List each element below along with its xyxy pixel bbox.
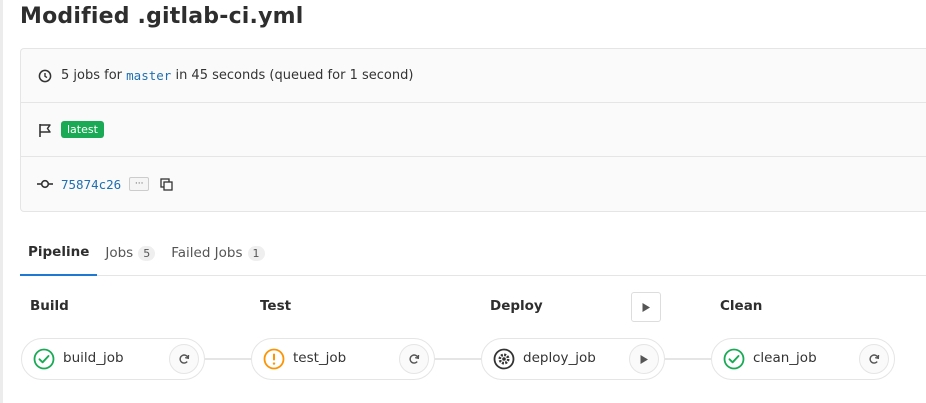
branch-link[interactable]: master [126,68,171,83]
retry-icon [179,354,190,364]
play-icon [642,302,650,312]
job-clean[interactable]: clean_job [711,338,895,380]
retry-icon [869,354,880,364]
stage-title-deploy: Deploy [490,298,543,314]
check-circle-icon [33,348,55,370]
commit-sha-link[interactable]: 75874c26 [61,177,121,192]
info-row-badges: latest [21,103,926,157]
failed-jobs-count-badge: 1 [247,245,265,261]
pipeline-info-box: 5 jobs for master in 45 seconds (queued … [20,48,926,212]
jobs-count-badge: 5 [138,245,156,261]
pipeline-summary: 5 jobs for master in 45 seconds (queued … [61,68,413,83]
warning-circle-icon [263,348,285,370]
clock-icon [37,68,53,84]
stage-connector [435,358,481,360]
job-name: clean_job [753,350,817,366]
stage-title-test: Test [260,298,292,314]
commit-container: 75874c26 ··· [61,177,173,192]
copy-icon[interactable] [159,177,173,191]
play-stage-button[interactable] [631,292,661,322]
stage-connector [205,358,251,360]
job-name: deploy_job [523,350,596,366]
job-name: test_job [293,350,347,366]
retry-job-button[interactable] [399,344,429,374]
info-row-summary: 5 jobs for master in 45 seconds (queued … [21,49,926,103]
info-row-commit: 75874c26 ··· [21,157,926,211]
stage-title-clean: Clean [720,298,763,314]
job-build[interactable]: build_job [21,338,205,380]
retry-job-button[interactable] [859,344,889,374]
tab-label: Failed Jobs [171,245,243,261]
badge-container: latest [61,121,104,138]
latest-badge: latest [61,121,104,138]
job-deploy[interactable]: deploy_job [481,338,665,380]
tab-pipeline[interactable]: Pipeline [20,230,98,276]
commit-icon [37,176,53,192]
expand-commit-button[interactable]: ··· [129,177,150,191]
retry-job-button[interactable] [169,344,199,374]
tab-label: Jobs [105,245,134,261]
summary-prefix: 5 jobs for [61,68,123,83]
tab-jobs[interactable]: Jobs 5 [97,230,163,276]
left-border [0,0,3,403]
pipeline-tabs: Pipeline Jobs 5 Failed Jobs 1 [20,230,926,276]
page-title: Modified .gitlab-ci.yml [20,4,304,29]
play-job-button[interactable] [629,344,659,374]
job-test[interactable]: test_job [251,338,435,380]
flag-icon [37,122,53,138]
tab-failed-jobs[interactable]: Failed Jobs 1 [163,230,272,276]
check-circle-icon [723,348,745,370]
stage-connector [665,358,711,360]
job-name: build_job [63,350,124,366]
retry-icon [409,354,420,364]
gear-icon [493,348,515,370]
summary-suffix: in 45 seconds (queued for 1 second) [175,68,414,83]
tab-label: Pipeline [28,244,90,260]
play-icon [640,354,648,364]
stage-title-build: Build [30,298,69,314]
